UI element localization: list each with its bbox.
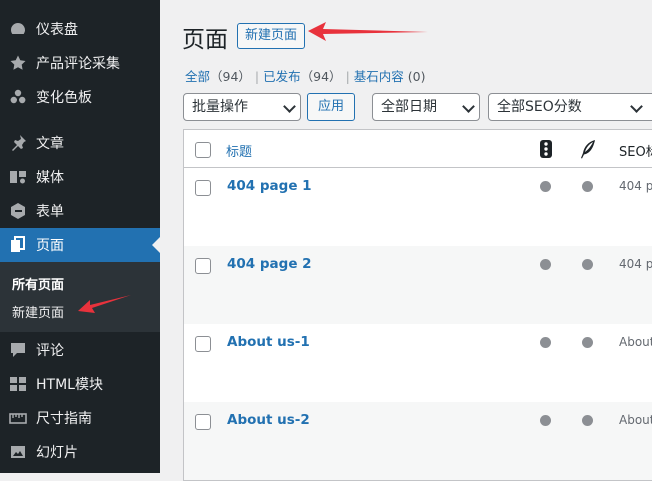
- row-title-link[interactable]: 404 page 1: [227, 178, 312, 194]
- readability-score-dot: [582, 181, 593, 192]
- annotation-arrow-top: [308, 22, 428, 41]
- table-row: 404 page 1 404 p: [184, 168, 652, 246]
- row-title-link[interactable]: About us-2: [227, 412, 310, 428]
- row-checkbox[interactable]: [195, 336, 211, 352]
- filter-cornerstone-count: (0): [407, 69, 426, 84]
- ruler-icon: [8, 408, 28, 428]
- filter-all[interactable]: 全部: [185, 69, 210, 84]
- sidebar-item-dashboard[interactable]: 仪表盘: [0, 12, 160, 46]
- date-filter-value: 全部日期: [381, 99, 437, 115]
- seo-score-dot: [540, 415, 551, 426]
- slides-icon: [8, 442, 28, 462]
- filter-published-count: （94）: [300, 69, 342, 84]
- filter-cornerstone[interactable]: 基石内容: [354, 69, 404, 84]
- seo-score-dot: [540, 259, 551, 270]
- readability-score-dot: [582, 337, 593, 348]
- sidebar-item-label: 评论: [36, 343, 64, 359]
- main-content: 页面 新建页面 全部（94） | 已发布（94） | 基石内容 (0) 批量操作 应用 …: [160, 0, 652, 481]
- sidebar-item-comments[interactable]: 评论: [0, 333, 160, 367]
- sidebar-item-slides[interactable]: 幻灯片: [0, 435, 160, 469]
- add-new-page-button[interactable]: 新建页面: [237, 23, 306, 49]
- sidebar-item-html-blocks[interactable]: HTML模块: [0, 367, 160, 401]
- column-title[interactable]: 标题: [226, 141, 252, 160]
- swatches-icon: [8, 87, 28, 107]
- bulk-actions-select[interactable]: 批量操作: [183, 93, 301, 121]
- sidebar-item-label: 媒体: [36, 170, 64, 186]
- row-seo-title: 404 p: [619, 179, 652, 193]
- row-seo-title: About: [619, 335, 652, 349]
- row-checkbox[interactable]: [195, 258, 211, 274]
- date-filter-select[interactable]: 全部日期: [372, 93, 480, 121]
- table-row: 404 page 2 404 p: [184, 246, 652, 324]
- readability-score-dot: [582, 259, 593, 270]
- sidebar-item-label: 表单: [36, 204, 64, 220]
- apply-button[interactable]: 应用: [307, 93, 355, 121]
- sidebar-item-size-guide[interactable]: 尺寸指南: [0, 401, 160, 435]
- sidebar-item-media[interactable]: 媒体: [0, 160, 160, 194]
- chevron-down-icon: [462, 100, 475, 113]
- status-filters: 全部（94） | 已发布（94） | 基石内容 (0): [185, 66, 426, 85]
- sidebar-item-label: 尺寸指南: [36, 411, 92, 427]
- table-header: 标题 SEO标: [184, 130, 652, 168]
- seo-traffic-light-icon: [537, 139, 555, 159]
- annotation-arrow-sidebar: [78, 295, 131, 313]
- sidebar-item-label: 幻灯片: [36, 445, 78, 461]
- filter-separator: |: [345, 69, 350, 84]
- sidebar-item-label: 变化色板: [36, 90, 92, 106]
- pin-icon: [8, 133, 28, 153]
- sidebar-item-label: HTML模块: [36, 377, 103, 393]
- sidebar-item-label: 产品评论采集: [36, 56, 120, 72]
- readability-feather-icon: [579, 139, 597, 159]
- table-row: About us-2 About: [184, 402, 652, 480]
- sidebar-item-forms[interactable]: 表单: [0, 194, 160, 228]
- sidebar-item-reviews[interactable]: 产品评论采集: [0, 46, 160, 80]
- row-seo-title: About: [619, 413, 652, 427]
- comment-icon: [8, 340, 28, 360]
- row-checkbox[interactable]: [195, 414, 211, 430]
- media-icon: [8, 167, 28, 187]
- seo-score-dot: [540, 337, 551, 348]
- column-seo-title: SEO标: [619, 145, 652, 160]
- grid-icon: [8, 374, 28, 394]
- chevron-down-icon: [283, 100, 296, 113]
- sidebar-item-label: 页面: [36, 238, 64, 254]
- row-seo-title: 404 p: [619, 257, 652, 271]
- star-icon: [8, 53, 28, 73]
- sidebar-item-label: 仪表盘: [36, 22, 78, 38]
- sidebar-item-pages[interactable]: 页面: [0, 228, 160, 262]
- page-title: 页面: [182, 27, 228, 53]
- bulk-actions-value: 批量操作: [192, 99, 248, 115]
- seo-score-dot: [540, 181, 551, 192]
- row-title-link[interactable]: 404 page 2: [227, 256, 312, 272]
- submenu-all-pages[interactable]: 所有页面: [12, 274, 64, 293]
- filter-separator: |: [254, 69, 260, 84]
- admin-sidebar: 仪表盘 产品评论采集 变化色板 文章 媒体 表单 页面 所有页面 新建页面 评论…: [0, 0, 160, 473]
- forms-icon: [8, 201, 28, 221]
- submenu-add-new[interactable]: 新建页面: [12, 302, 64, 321]
- row-checkbox[interactable]: [195, 180, 211, 196]
- seo-score-value: 全部SEO分数: [497, 99, 582, 115]
- row-title-link[interactable]: About us-1: [227, 334, 310, 350]
- active-menu-pointer: [152, 237, 160, 253]
- sidebar-item-swatches[interactable]: 变化色板: [0, 80, 160, 114]
- seo-score-select[interactable]: 全部SEO分数: [488, 93, 652, 121]
- readability-score-dot: [582, 415, 593, 426]
- table-row: About us-1 About: [184, 324, 652, 402]
- dashboard-icon: [8, 19, 28, 39]
- filter-all-count: （94）: [210, 69, 251, 84]
- pages-icon: [8, 235, 28, 255]
- sidebar-item-label: 文章: [36, 136, 64, 152]
- select-all-checkbox[interactable]: [195, 142, 211, 158]
- pages-table: 标题 SEO标 404 page 1 404 p 404 page 2 404 …: [183, 129, 652, 481]
- sidebar-item-posts[interactable]: 文章: [0, 126, 160, 160]
- chevron-down-icon: [630, 100, 643, 113]
- filter-published[interactable]: 已发布: [263, 69, 301, 84]
